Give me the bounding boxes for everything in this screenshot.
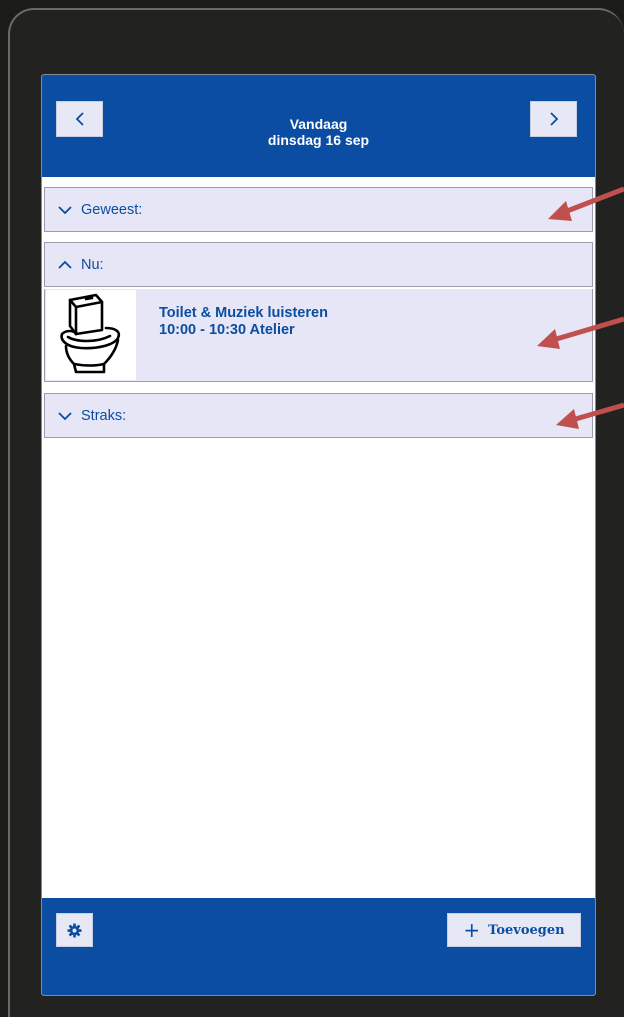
section-now-header[interactable]: Nu: bbox=[44, 242, 593, 287]
section-later-header[interactable]: Straks: bbox=[44, 393, 593, 438]
chevron-left-icon bbox=[75, 112, 84, 126]
section-past-label: Geweest: bbox=[81, 201, 143, 218]
chevron-down-icon bbox=[58, 205, 72, 214]
activity-name: Toilet & Muziek luisteren bbox=[159, 305, 328, 321]
chevron-up-icon bbox=[58, 260, 72, 269]
settings-button[interactable] bbox=[56, 913, 93, 947]
chevron-right-icon bbox=[549, 112, 558, 126]
red-arrow-icon bbox=[548, 186, 624, 221]
toilet-icon bbox=[60, 293, 121, 374]
red-arrow-icon bbox=[556, 402, 624, 429]
section-past-header[interactable]: Geweest: bbox=[44, 187, 593, 232]
next-day-button[interactable] bbox=[530, 101, 577, 137]
chevron-down-icon bbox=[58, 411, 72, 420]
app-header: Vandaag dinsdag 16 sep bbox=[42, 75, 595, 177]
previous-day-button[interactable] bbox=[56, 101, 103, 137]
day-title: Vandaag dinsdag 16 sep bbox=[162, 116, 475, 148]
red-arrow-icon bbox=[537, 316, 624, 349]
gear-icon bbox=[67, 922, 82, 938]
plus-icon: + bbox=[463, 918, 481, 942]
section-now-label: Nu: bbox=[81, 256, 104, 273]
add-button[interactable]: + Toevoegen bbox=[447, 913, 581, 947]
app-screen: Vandaag dinsdag 16 sep Geweest: Nu: Toil… bbox=[41, 74, 596, 996]
app-footer: + Toevoegen bbox=[42, 898, 595, 995]
current-activity-item[interactable]: Toilet & Muziek luisteren 10:00 - 10:30 … bbox=[44, 289, 593, 382]
date-label: dinsdag 16 sep bbox=[267, 132, 370, 148]
add-button-label: Toevoegen bbox=[488, 922, 565, 938]
section-later-label: Straks: bbox=[81, 407, 127, 424]
day-label: Vandaag bbox=[289, 116, 348, 132]
activity-thumbnail bbox=[46, 290, 136, 380]
activity-time: 10:00 - 10:30 Atelier bbox=[159, 322, 295, 338]
